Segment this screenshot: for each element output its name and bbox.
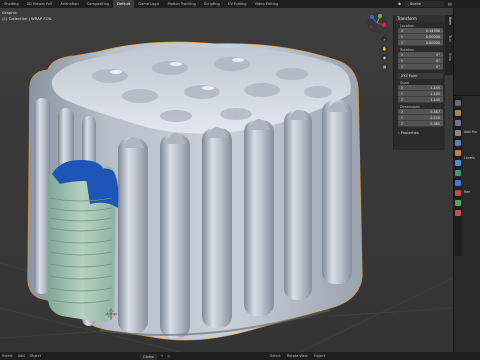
- properties-tab-column: [454, 96, 462, 256]
- sidebar-tab-item[interactable]: Item: [446, 17, 452, 25]
- sidebar-tabs: Item Tool View: [445, 15, 453, 75]
- dimensions-z-field[interactable]: Z 0.381: [398, 121, 443, 127]
- location-z-field[interactable]: Z 0.00000: [398, 40, 443, 46]
- snap-icon[interactable]: ⌖: [161, 352, 163, 360]
- tab-video-editing[interactable]: Video Editing: [251, 0, 283, 8]
- tool-tab-icon[interactable]: [455, 100, 461, 106]
- perspective-toggle-icon[interactable]: ▦: [381, 63, 388, 70]
- tab-default[interactable]: Default: [113, 0, 135, 8]
- status-select-hint: Select: [270, 354, 281, 358]
- axis-label: Z: [401, 65, 404, 69]
- workspace-tab-bar: Shading 3D Viewer Full Animation Composi…: [0, 0, 480, 8]
- field-value: 0.00000: [425, 41, 440, 45]
- 3d-viewport[interactable]: Graphic (1) Collection | WRAP FOIL ⌕ ✋ ◉…: [0, 8, 453, 352]
- sidebar-tab-view[interactable]: View: [446, 53, 452, 61]
- render-tab-icon[interactable]: [455, 110, 461, 116]
- rotation-z-field[interactable]: Z 0°: [398, 64, 443, 70]
- tab-uv-editing[interactable]: UV Editing: [224, 0, 251, 8]
- render-label: Ren: [464, 190, 471, 194]
- view-layer-icon[interactable]: ▤: [448, 1, 454, 7]
- viewport-view-label: Graphic: [2, 10, 17, 15]
- material-tab-icon[interactable]: [455, 210, 461, 216]
- status-rotate-hint: Rotate View: [286, 354, 308, 358]
- physics-tab-icon[interactable]: [455, 180, 461, 186]
- menu-add[interactable]: Add: [18, 352, 25, 360]
- tab-game-logic[interactable]: Game Logic: [134, 0, 163, 8]
- field-value: 0°: [436, 65, 440, 69]
- outliner-strip[interactable]: [454, 8, 480, 96]
- axis-label: Z: [401, 98, 404, 102]
- transform-orientation-select[interactable]: Global: [140, 353, 158, 360]
- tab-shading[interactable]: Shading: [0, 0, 23, 8]
- transform-panel-header[interactable]: Transform: [394, 15, 445, 22]
- pan-hand-icon[interactable]: ✋: [381, 45, 388, 52]
- axis-label: Z: [401, 41, 404, 45]
- viewport-collection-label: (1) Collection | WRAP FOIL: [2, 16, 52, 21]
- object-tab-icon[interactable]: [455, 150, 461, 156]
- proportional-edit-icon[interactable]: ◎: [167, 352, 170, 360]
- field-value: 0.381: [430, 122, 440, 126]
- properties-label: Properties: [400, 131, 419, 135]
- navigation-gizmo[interactable]: [366, 12, 388, 34]
- tab-motion-tracking[interactable]: Motion Tracking: [164, 0, 200, 8]
- transform-sidebar: Transform Location X 0.14598 Y 0.00000 Z 0.…: [393, 15, 445, 150]
- scene-tab-icon[interactable]: [455, 140, 461, 146]
- menu-object[interactable]: Object: [30, 352, 41, 360]
- data-tab-icon[interactable]: [455, 200, 461, 206]
- scene-name-field[interactable]: Scene: [404, 1, 444, 7]
- tab-scripting[interactable]: Scripting: [200, 0, 224, 8]
- scene-icon[interactable]: ◆: [398, 1, 403, 7]
- status-object-hint: Object: [313, 354, 326, 358]
- levels-label: Levels: [464, 156, 475, 160]
- sidebar-tab-tool[interactable]: Tool: [446, 35, 452, 42]
- tab-animation[interactable]: Animation: [56, 0, 82, 8]
- particles-tab-icon[interactable]: [455, 170, 461, 176]
- constraints-tab-icon[interactable]: [455, 190, 461, 196]
- properties-editor: Add Mo Levels Ren: [453, 8, 480, 360]
- add-modifier-label[interactable]: Add Mo: [464, 130, 477, 134]
- status-bar: Select Add Object Global ⌖ ◎ Select Rota…: [0, 352, 480, 360]
- cutaway-inner-bottles: [48, 160, 119, 322]
- field-value: 1.145: [430, 98, 440, 102]
- properties-panel-header[interactable]: › Properties: [394, 131, 445, 135]
- zoom-icon[interactable]: ⌕: [381, 36, 388, 43]
- workspace-tabs: Shading 3D Viewer Full Animation Composi…: [0, 0, 398, 8]
- camera-view-icon[interactable]: ◉: [381, 54, 388, 61]
- view-layer-tab-icon[interactable]: [455, 130, 461, 136]
- scale-z-field[interactable]: Z 1.145: [398, 97, 443, 103]
- tab-3d-viewer-full[interactable]: 3D Viewer Full: [23, 0, 57, 8]
- tab-compositing[interactable]: Compositing: [83, 0, 114, 8]
- menu-select[interactable]: Select: [2, 352, 13, 360]
- output-tab-icon[interactable]: [455, 120, 461, 126]
- axis-label: Z: [401, 122, 404, 126]
- modifier-tab-icon[interactable]: [455, 160, 461, 166]
